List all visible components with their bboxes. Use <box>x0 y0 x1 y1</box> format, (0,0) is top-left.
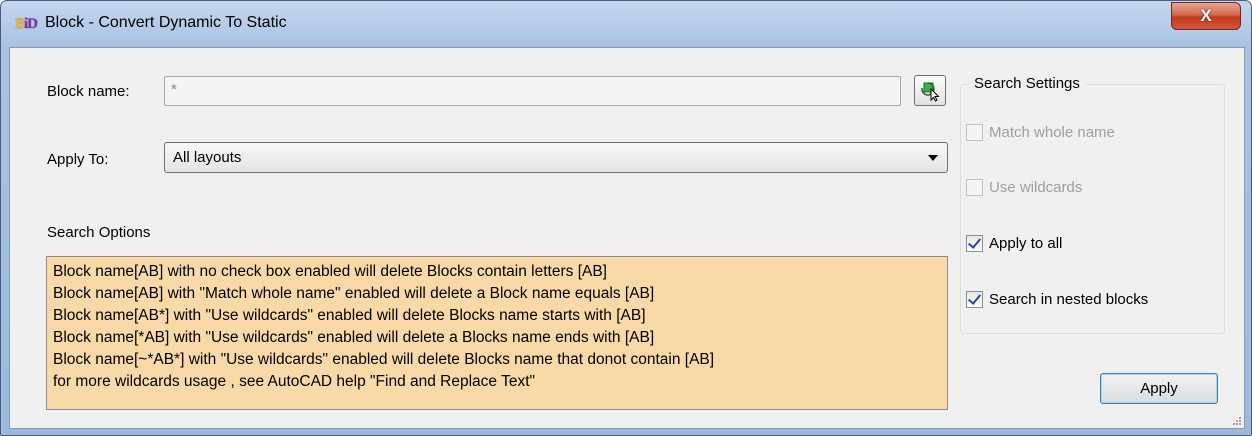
block-name-label: Block name: <box>47 83 130 100</box>
pick-block-button[interactable] <box>914 75 946 106</box>
use-wildcards-checkbox[interactable] <box>966 178 983 196</box>
match-whole-name-checkbox[interactable] <box>966 123 983 141</box>
apply-to-all-option[interactable]: Apply to all <box>966 233 1062 253</box>
app-logo-icon: BiD <box>15 16 38 32</box>
apply-to-select[interactable]: All layouts <box>164 142 948 173</box>
match-whole-name-label: Match whole name <box>989 123 1115 141</box>
block-name-input[interactable]: * <box>164 76 901 106</box>
apply-to-selected-value: All layouts <box>173 149 242 166</box>
apply-to-label: Apply To: <box>47 151 109 168</box>
search-nested-blocks-option[interactable]: Search in nested blocks <box>966 289 1148 309</box>
pick-block-icon <box>921 82 940 102</box>
info-line: Block name[AB] with "Match whole name" e… <box>53 285 655 302</box>
search-options-textbox[interactable]: Block name[AB] with no check box enabled… <box>46 256 948 410</box>
info-line: Block name[*AB] with "Use wildcards" ena… <box>53 329 655 346</box>
info-line: Block name[AB*] with "Use wildcards" ena… <box>53 307 646 324</box>
info-line: Block name[AB] with no check box enabled… <box>53 263 607 280</box>
info-line: Block name[~*AB*] with "Use wildcards" e… <box>53 351 715 368</box>
match-whole-name-option[interactable]: Match whole name <box>966 122 1115 142</box>
close-button[interactable]: X <box>1171 2 1241 30</box>
window-title: Block - Convert Dynamic To Static <box>45 14 287 31</box>
apply-button[interactable]: Apply <box>1100 373 1218 404</box>
search-options-label: Search Options <box>47 224 151 241</box>
apply-to-all-label: Apply to all <box>989 234 1063 252</box>
dialog-window: BiD Block - Convert Dynamic To Static X … <box>0 0 1252 436</box>
use-wildcards-label: Use wildcards <box>989 178 1083 196</box>
search-nested-blocks-label: Search in nested blocks <box>989 290 1149 308</box>
use-wildcards-option[interactable]: Use wildcards <box>966 177 1082 197</box>
apply-to-all-checkbox[interactable] <box>966 234 983 252</box>
chevron-down-icon <box>928 155 938 161</box>
info-line: for more wildcards usage , see AutoCAD h… <box>53 373 535 390</box>
resize-grip-icon[interactable] <box>1232 416 1242 426</box>
search-settings-title: Search Settings <box>968 75 1086 92</box>
dialog-client-area: Block name: * Apply To: All layouts Sear… <box>9 47 1245 429</box>
title-bar[interactable]: BiD Block - Convert Dynamic To Static X <box>1 1 1251 45</box>
search-nested-blocks-checkbox[interactable] <box>966 290 983 308</box>
